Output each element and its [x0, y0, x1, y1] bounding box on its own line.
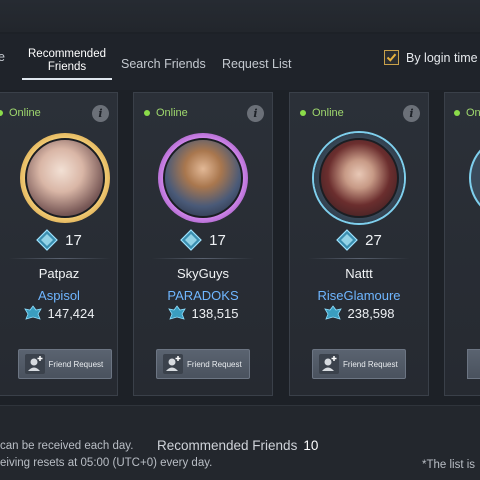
level-value: 17 — [209, 231, 226, 249]
status-text: Onl — [466, 107, 480, 119]
online-status: Online — [144, 107, 188, 119]
online-dot — [454, 110, 460, 116]
level-diamond-icon — [336, 229, 359, 251]
level-value: 17 — [65, 231, 82, 249]
sort-label: By login time — [406, 50, 478, 65]
avatar[interactable] — [24, 138, 105, 218]
combat-power-icon — [23, 305, 42, 320]
list-note: *The list is — [422, 459, 476, 471]
friend-request-label: Friend Request — [343, 359, 398, 369]
divider — [152, 258, 254, 259]
combat-power-icon — [323, 305, 342, 320]
player-name: Nattt — [345, 266, 373, 281]
recommended-count: Recommended Friends 10 — [157, 438, 318, 453]
friend-request-button[interactable]: Friend Request — [156, 349, 250, 379]
player-name: Patpaz — [38, 266, 80, 281]
friend-request-label: Friend Request — [48, 359, 104, 369]
recommended-count-label: Recommended Friends — [157, 438, 298, 453]
sort-by-login-toggle[interactable]: By login time — [384, 50, 478, 65]
online-dot — [300, 110, 306, 116]
recommended-count-value: 10 — [303, 438, 319, 453]
friend-card: Online i 17 Patpaz Aspisol 147,424 Frien… — [0, 92, 118, 396]
online-dot — [0, 110, 3, 116]
sort-checkbox[interactable] — [384, 50, 399, 65]
online-status: Online — [300, 107, 344, 119]
friend-card: Online i 27 Nattt RiseGlamoure 238,598 F… — [289, 92, 429, 396]
combat-power-icon — [167, 305, 186, 320]
combat-power: 147,424 — [0, 305, 117, 321]
guild-name[interactable]: RiseGlamoure — [290, 288, 428, 303]
level-badge: 27 — [290, 229, 428, 251]
player-name: SkyGuys — [176, 266, 229, 281]
level-value: 27 — [365, 231, 382, 249]
avatar-frame — [471, 138, 480, 218]
online-status: Onl — [454, 107, 480, 119]
top-bar — [0, 0, 480, 32]
tab-partial[interactable]: e — [0, 50, 5, 64]
check-icon — [386, 53, 397, 62]
daily-limit-note: can be received each day. — [0, 440, 134, 452]
level-badge: 17 — [134, 229, 272, 251]
guild-name[interactable]: PARADOKS — [134, 288, 272, 303]
level-badge: 17 — [0, 229, 117, 251]
friend-request-label: Friend Request — [187, 359, 242, 369]
combat-power: 138,515 — [134, 305, 272, 321]
avatar-frame — [158, 133, 248, 223]
power-value: 138,515 — [191, 305, 239, 321]
guild-name[interactable]: Aspisol — [0, 288, 117, 303]
friend-card: Onl — [444, 92, 480, 396]
avatar-frame — [314, 133, 404, 223]
info-icon[interactable]: i — [247, 105, 264, 122]
info-icon[interactable]: i — [403, 105, 420, 122]
friend-request-button[interactable]: Friend Request — [17, 349, 112, 379]
friend-cards: Online i 17 Patpaz Aspisol 147,424 Frien… — [0, 92, 480, 396]
status-text: Online — [312, 107, 344, 119]
power-value: 147,424 — [47, 305, 95, 321]
friend-request-button[interactable]: Friend Request — [312, 349, 406, 379]
divider — [308, 258, 410, 259]
divider — [9, 258, 111, 259]
tab-request-list[interactable]: Request List — [222, 57, 291, 71]
tab-recommended-label-1: Recommended — [28, 48, 106, 60]
level-diamond-icon — [180, 229, 203, 251]
status-text: Online — [156, 107, 188, 119]
reset-time-note: eiving resets at 05:00 (UTC+0) every day… — [0, 457, 213, 469]
avatar[interactable] — [319, 138, 399, 218]
avatar[interactable] — [163, 138, 243, 218]
power-value: 238,598 — [347, 305, 395, 321]
tab-recommended-label-2: Friends — [47, 61, 87, 73]
friend-card: Online i 17 SkyGuys PARADOKS 138,515 Fri… — [133, 92, 273, 396]
status-text: Online — [9, 107, 41, 119]
tab-search-friends[interactable]: Search Friends — [121, 57, 206, 71]
avatar-frame — [19, 133, 110, 223]
add-friend-icon — [319, 354, 339, 374]
add-friend-icon — [163, 354, 183, 374]
online-dot — [144, 110, 150, 116]
friend-request-button[interactable] — [467, 349, 480, 379]
add-friend-icon — [24, 354, 45, 374]
tab-recommended-friends[interactable]: Recommended Friends — [22, 48, 112, 80]
combat-power: 238,598 — [290, 305, 428, 321]
info-icon[interactable]: i — [92, 105, 109, 122]
level-diamond-icon — [36, 229, 59, 251]
online-status: Online — [0, 107, 41, 119]
